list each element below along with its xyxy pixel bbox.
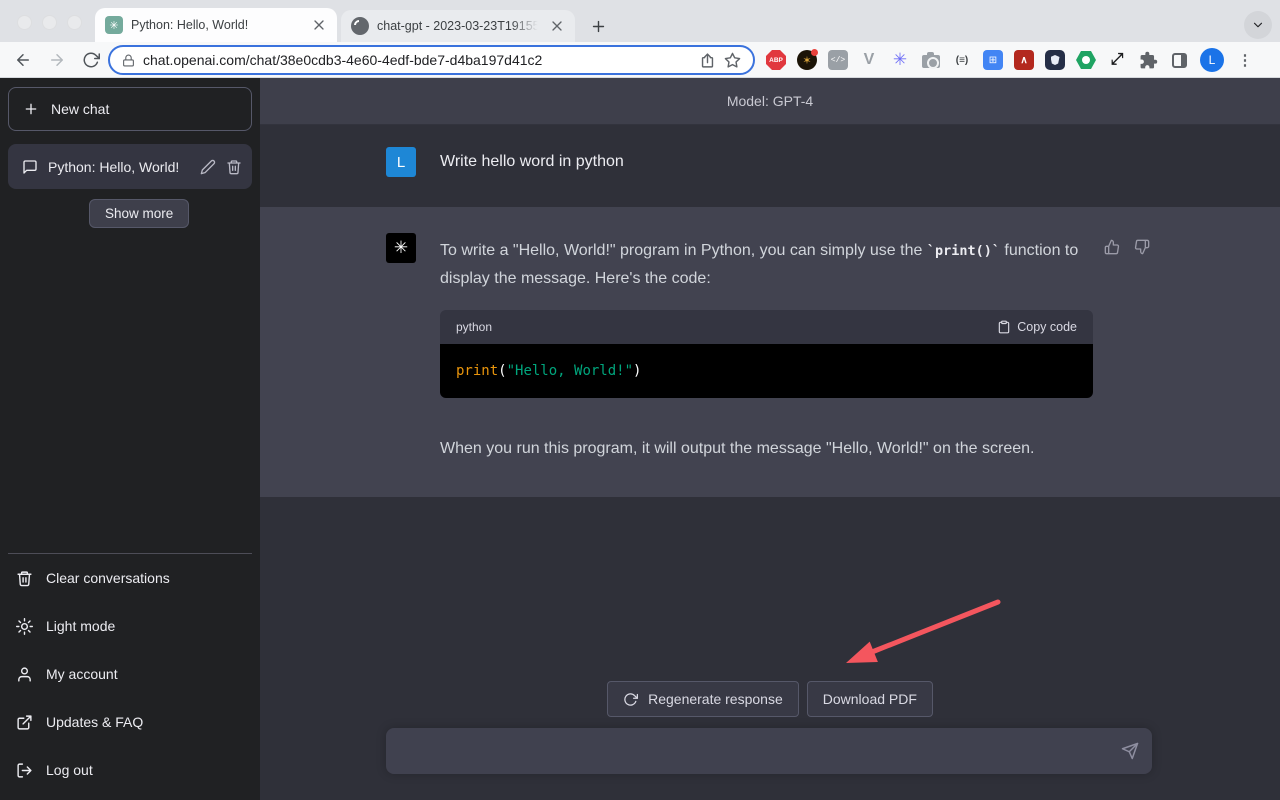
assistant-paragraph-1: To write a "Hello, World!" program in Py…: [440, 237, 1100, 293]
sidebar-item-label: Light mode: [46, 618, 115, 634]
chat-main: Model: GPT-4 L Write hello word in pytho…: [260, 78, 1280, 800]
extensions-bar: ABP ✶ </> V ✳ (≡) ⊞ ∧ ⤢ L ⋮: [766, 42, 1255, 78]
chatgpt-favicon-icon: ✳: [105, 16, 123, 34]
send-icon[interactable]: [1121, 742, 1139, 760]
page-content: New chat Python: Hello, World! Show more…: [0, 78, 1280, 800]
sidebar: New chat Python: Hello, World! Show more…: [0, 78, 260, 800]
address-bar[interactable]: chat.openai.com/chat/38e0cdb3-4e60-4edf-…: [108, 45, 755, 75]
lock-icon: [122, 54, 135, 67]
code-content: print("Hello, World!"): [440, 344, 1093, 398]
url-text[interactable]: chat.openai.com/chat/38e0cdb3-4e60-4edf-…: [143, 52, 691, 68]
tab-search-button[interactable]: [1244, 11, 1272, 39]
profile-avatar[interactable]: L: [1200, 48, 1224, 72]
refresh-icon: [623, 692, 638, 707]
new-tab-button[interactable]: [585, 13, 611, 39]
globe-favicon-icon: [351, 17, 369, 35]
copy-code-button[interactable]: Copy code: [997, 313, 1077, 341]
adblock-extension-icon[interactable]: ABP: [766, 50, 786, 70]
fullscreen-extension-icon[interactable]: ⤢: [1107, 50, 1127, 70]
tab-chatgpt[interactable]: ✳ Python: Hello, World!: [95, 8, 337, 42]
regenerate-response-button[interactable]: Regenerate response: [607, 681, 799, 717]
plus-icon: [590, 18, 607, 35]
braces-extension-icon[interactable]: (≡): [952, 50, 972, 70]
sidebar-menu: Clear conversations Light mode My accoun…: [8, 553, 252, 794]
side-panel-icon[interactable]: [1169, 50, 1189, 70]
coin-extension-icon[interactable]: ✶: [797, 50, 817, 70]
trash-icon: [16, 570, 33, 587]
code-block: python Copy code print("Hello, World!"): [440, 310, 1093, 398]
clipboard-icon: [997, 320, 1011, 334]
share-icon[interactable]: [699, 52, 716, 69]
show-more-button[interactable]: Show more: [89, 199, 189, 228]
window-minimize-button[interactable]: [42, 15, 57, 30]
acrobat-extension-icon[interactable]: ∧: [1014, 50, 1034, 70]
sidebar-item-light-mode[interactable]: Light mode: [8, 602, 252, 650]
burst-extension-icon[interactable]: ✳: [890, 50, 910, 70]
chevron-down-icon: [1251, 18, 1265, 32]
notification-dot: [811, 49, 818, 56]
assistant-message-row: ✳ To write a "Hello, World!" program in …: [260, 207, 1280, 497]
plus-icon: [23, 101, 39, 117]
sidebar-item-label: Log out: [46, 762, 93, 778]
tab-download[interactable]: chat-gpt - 2023-03-23T19155: [341, 10, 575, 42]
feedback-buttons: [1104, 239, 1150, 255]
window-close-button[interactable]: [17, 15, 32, 30]
tag-extension-icon[interactable]: ⊞: [983, 50, 1003, 70]
new-chat-label: New chat: [51, 101, 109, 117]
sidebar-item-clear-conversations[interactable]: Clear conversations: [8, 554, 252, 602]
edit-icon[interactable]: [200, 159, 216, 175]
assistant-paragraph-2: When you run this program, it will outpu…: [440, 435, 1100, 463]
browser-menu-icon[interactable]: ⋮: [1235, 50, 1255, 70]
tab-strip: ✳ Python: Hello, World! chat-gpt - 2023-…: [0, 0, 1280, 42]
chat-bubble-icon: [22, 159, 38, 175]
code-block-header: python Copy code: [440, 310, 1093, 344]
download-pdf-button[interactable]: Download PDF: [807, 681, 933, 717]
tab-close-icon[interactable]: [549, 18, 565, 34]
browser-toolbar: chat.openai.com/chat/38e0cdb3-4e60-4edf-…: [0, 42, 1280, 78]
screenshot-extension-icon[interactable]: [921, 50, 941, 70]
reload-button[interactable]: [82, 51, 100, 69]
sun-icon: [16, 618, 33, 635]
user-message-row: L Write hello word in python: [260, 125, 1280, 207]
window-zoom-button[interactable]: [67, 15, 82, 30]
conversation-title: Python: Hello, World!: [48, 159, 190, 175]
assistant-message-body: To write a "Hello, World!" program in Py…: [440, 237, 1100, 463]
code-extension-icon[interactable]: </>: [828, 50, 848, 70]
new-chat-button[interactable]: New chat: [8, 87, 252, 131]
delete-icon[interactable]: [226, 159, 242, 175]
camera-icon: [922, 55, 940, 68]
action-buttons-row: Regenerate response Download PDF: [260, 681, 1280, 717]
forward-button[interactable]: [48, 51, 66, 69]
sidebar-item-label: Updates & FAQ: [46, 714, 143, 730]
thumbs-up-icon[interactable]: [1104, 239, 1120, 255]
logout-icon: [16, 762, 33, 779]
bookmark-star-icon[interactable]: [724, 52, 741, 69]
sidebar-item-label: Clear conversations: [46, 570, 170, 586]
code-language-label: python: [456, 313, 492, 341]
chatgpt-logo-icon: ✳: [386, 233, 416, 263]
user-avatar: L: [386, 147, 416, 177]
back-button[interactable]: [14, 51, 32, 69]
shield-extension-icon[interactable]: [1045, 50, 1065, 70]
hexagon-extension-icon[interactable]: [1076, 50, 1096, 70]
tab-title: Python: Hello, World!: [131, 18, 303, 32]
user-message-text: Write hello word in python: [440, 153, 624, 171]
extensions-puzzle-icon[interactable]: [1138, 50, 1158, 70]
model-header: Model: GPT-4: [260, 78, 1280, 125]
sidebar-item-my-account[interactable]: My account: [8, 650, 252, 698]
conversation-item[interactable]: Python: Hello, World!: [8, 144, 252, 189]
sidebar-item-log-out[interactable]: Log out: [8, 746, 252, 794]
user-icon: [16, 666, 33, 683]
tab-close-icon[interactable]: [311, 17, 327, 33]
sidebar-item-label: My account: [46, 666, 118, 682]
sidebar-item-updates-faq[interactable]: Updates & FAQ: [8, 698, 252, 746]
external-link-icon: [16, 714, 33, 731]
prompt-input[interactable]: [386, 728, 1152, 774]
model-label: Model: GPT-4: [727, 93, 813, 109]
thumbs-down-icon[interactable]: [1134, 239, 1150, 255]
inline-code: `print()`: [927, 243, 1000, 259]
tab-title: chat-gpt - 2023-03-23T19155: [377, 19, 541, 33]
vimium-extension-icon[interactable]: V: [859, 50, 879, 70]
